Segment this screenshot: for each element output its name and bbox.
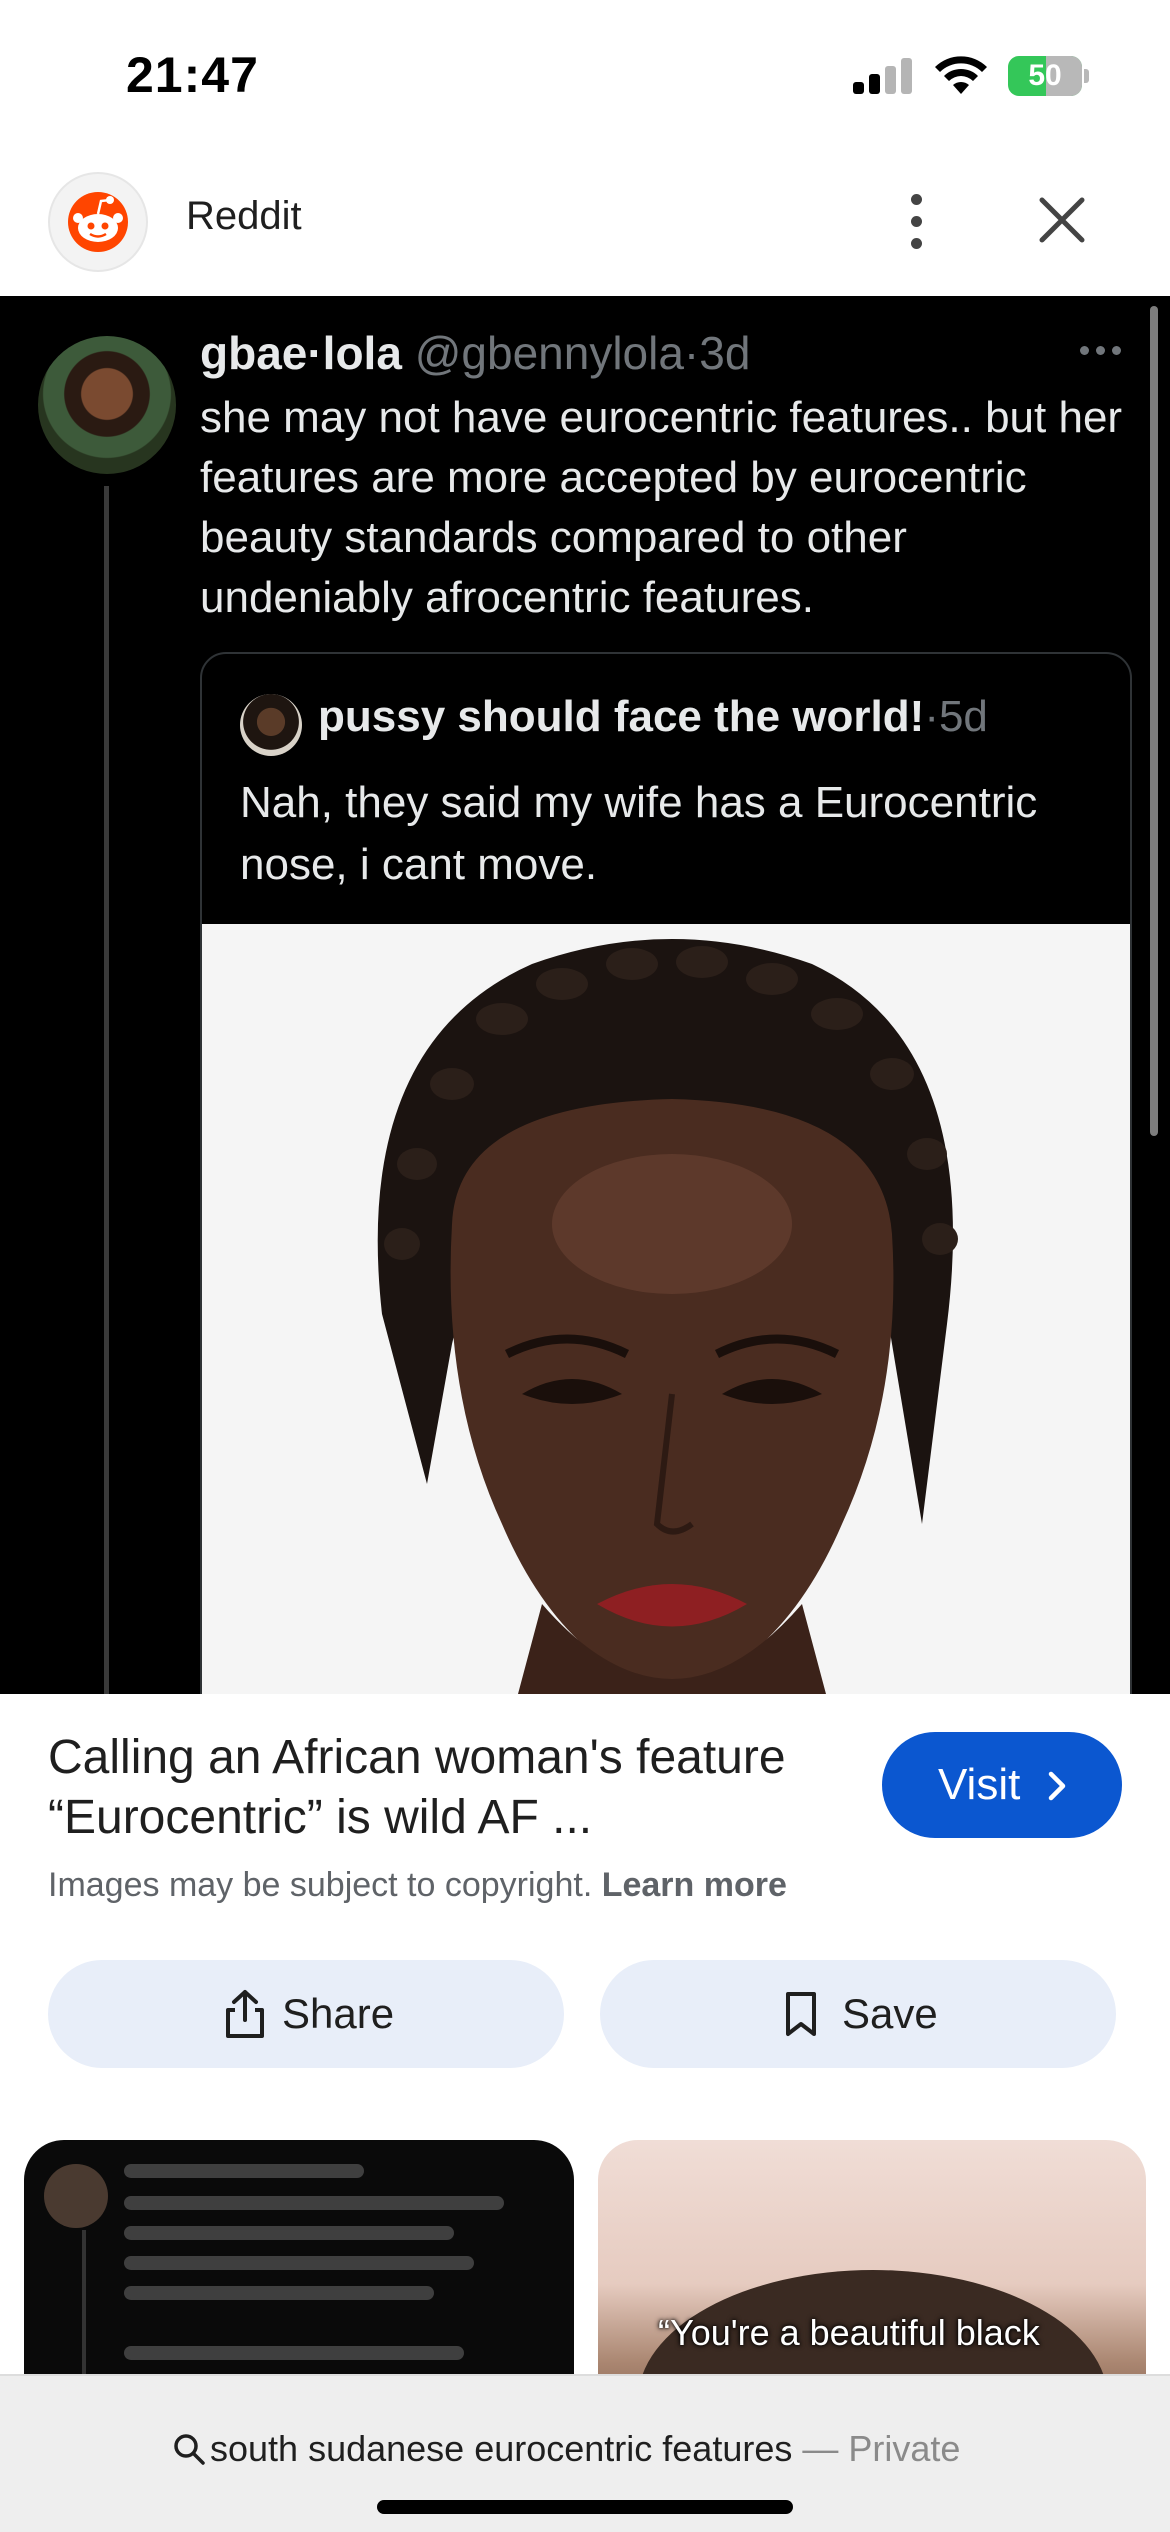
reddit-logo-icon	[48, 172, 148, 272]
bottom-search-bar[interactable]: south sudanese eurocentric features — Pr…	[0, 2374, 1170, 2532]
status-time: 21:47	[126, 47, 259, 103]
quote-header: pussy should face the world!·5d	[318, 692, 988, 742]
portrait-photo	[202, 924, 1130, 1694]
quote-tweet: pussy should face the world!·5d Nah, the…	[200, 652, 1132, 1694]
quote-avatar	[240, 694, 302, 756]
battery-charging-icon: 50	[1008, 56, 1089, 96]
learn-more-link[interactable]: Learn more	[602, 1866, 787, 1904]
save-button[interactable]: Save	[600, 1960, 1116, 2068]
bookmark-icon	[786, 1992, 816, 2036]
share-icon	[226, 1990, 264, 2038]
search-query[interactable]: south sudanese eurocentric features — Pr…	[210, 2428, 960, 2470]
tweet-header: gbae·lola @gbennylola·3d	[200, 326, 750, 380]
site-name: Reddit	[186, 194, 302, 238]
copyright-notice: Images may be subject to copyright. Lear…	[48, 1866, 787, 1905]
share-button[interactable]: Share	[48, 1960, 564, 2068]
search-icon	[174, 2434, 205, 2465]
thread-line	[104, 486, 109, 1694]
quote-author-name: pussy should face the world!	[318, 692, 925, 741]
quote-text: Nah, they said my wife has a Eurocentric…	[240, 778, 1038, 889]
close-icon[interactable]	[1032, 190, 1092, 250]
more-options-button[interactable]	[894, 182, 940, 262]
visit-label: Visit	[938, 1760, 1021, 1809]
tweet-handle-time: @gbennylola·3d	[401, 327, 751, 379]
result-title[interactable]: Calling an African woman's feature “Euro…	[48, 1728, 868, 1848]
scrollbar[interactable]	[1150, 306, 1158, 1136]
private-label: — Private	[792, 2428, 961, 2469]
visit-button[interactable]: Visit	[882, 1732, 1122, 1838]
tweet-author-name: gbae·lola	[200, 327, 402, 379]
status-bar: 21:47 50	[0, 0, 1170, 160]
chevron-right-icon	[1048, 1771, 1066, 1801]
signal-icon	[853, 58, 913, 94]
share-label: Share	[282, 1990, 395, 2037]
tweet-more-icon	[1080, 346, 1130, 358]
save-label: Save	[842, 1990, 938, 2037]
related-image-caption: “You're a beautiful black	[658, 2312, 1040, 2353]
copyright-text: Images may be subject to copyright.	[48, 1866, 593, 1904]
wifi-icon	[935, 56, 987, 94]
tweet-text: she may not have eurocentric features.. …	[200, 393, 1123, 622]
home-indicator[interactable]	[377, 2500, 793, 2514]
quote-time: ·5d	[924, 692, 988, 741]
search-query-text: south sudanese eurocentric features	[210, 2428, 793, 2469]
image-preview[interactable]: gbae·lola @gbennylola·3d she may not hav…	[0, 296, 1170, 1694]
tweet-avatar	[38, 336, 176, 474]
app-header: Reddit	[0, 160, 1170, 296]
battery-level: 50	[1028, 59, 1062, 92]
